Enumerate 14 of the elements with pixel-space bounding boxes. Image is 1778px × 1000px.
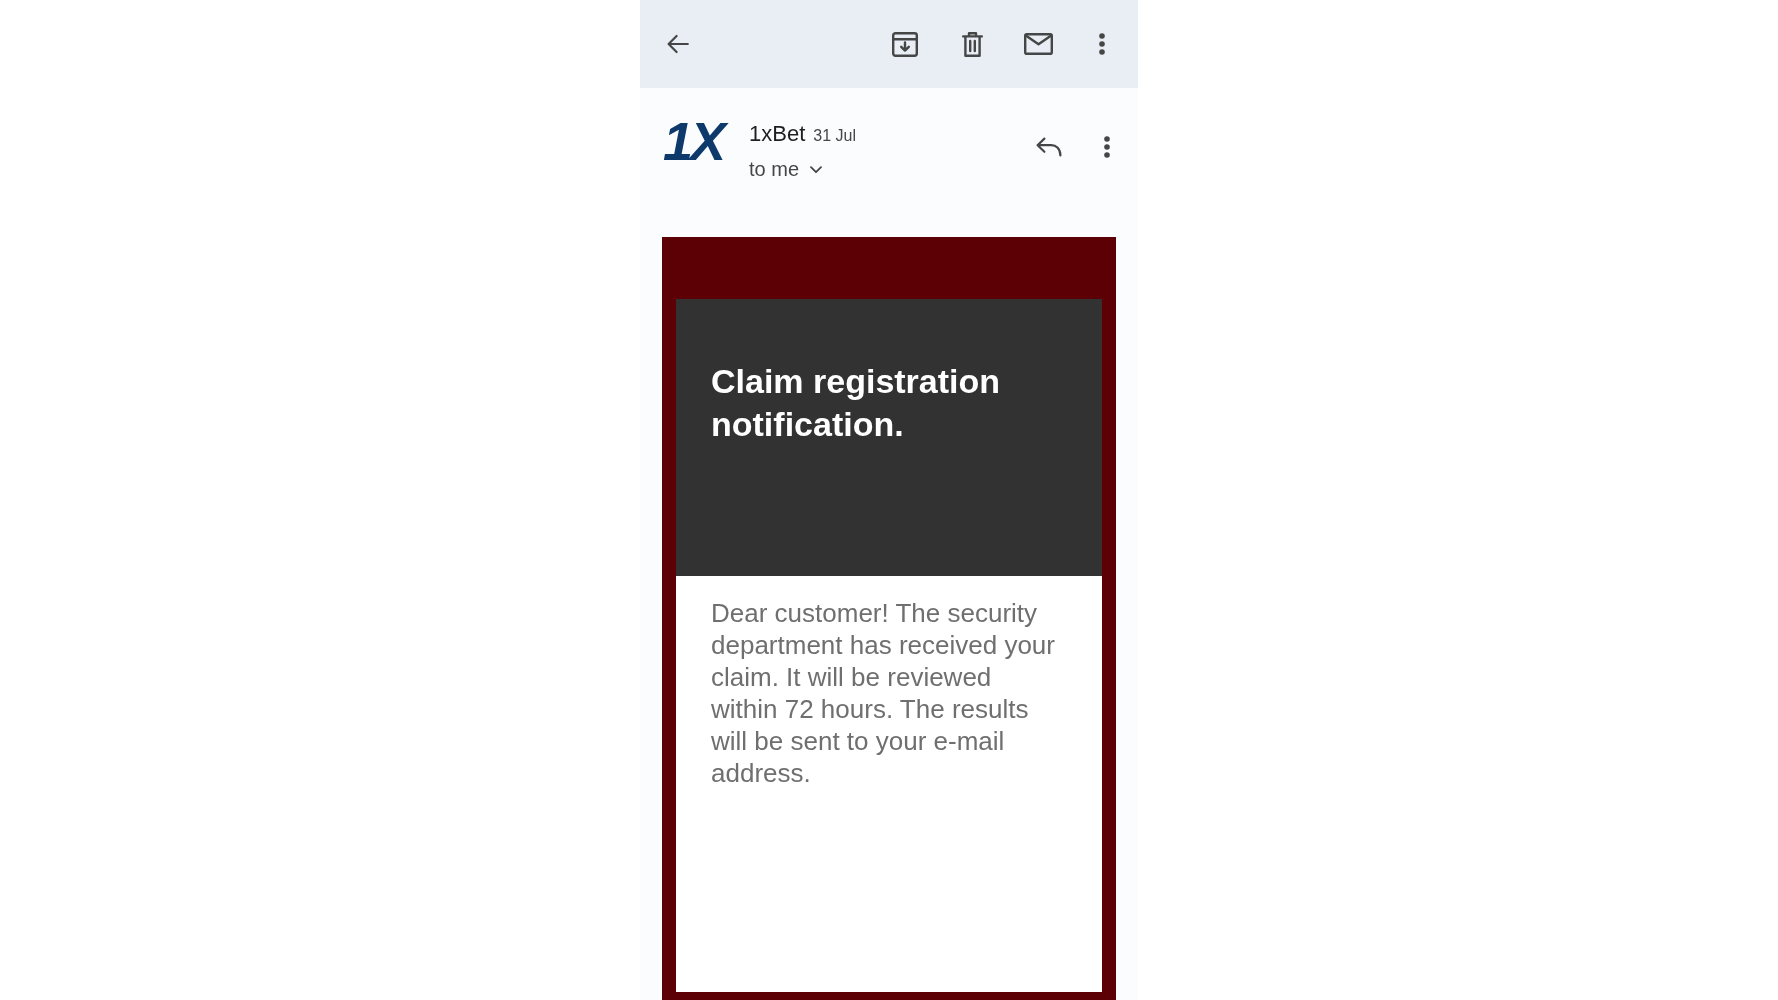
reply-icon[interactable] xyxy=(1036,137,1062,157)
sender-logo: 1X xyxy=(663,114,728,168)
email-heading: Claim registration notification. xyxy=(711,361,1002,445)
message-date: 31 Jul xyxy=(813,126,857,146)
sender-name: 1xBet xyxy=(749,120,806,148)
email-text: Dear customer! The security department has received your claim. It will be reviewed within 72 hours. The results will be sent to your e-mail address. xyxy=(711,597,1056,789)
archive-icon[interactable] xyxy=(892,31,918,57)
more-vert-icon[interactable] xyxy=(1098,33,1106,55)
more-vert-icon[interactable] xyxy=(1103,136,1111,158)
back-icon[interactable] xyxy=(667,34,689,54)
mail-icon[interactable] xyxy=(1024,33,1053,55)
trash-icon[interactable] xyxy=(962,31,983,57)
chevron-down-icon xyxy=(810,166,823,174)
recipient-toggle[interactable]: to me xyxy=(749,156,823,182)
